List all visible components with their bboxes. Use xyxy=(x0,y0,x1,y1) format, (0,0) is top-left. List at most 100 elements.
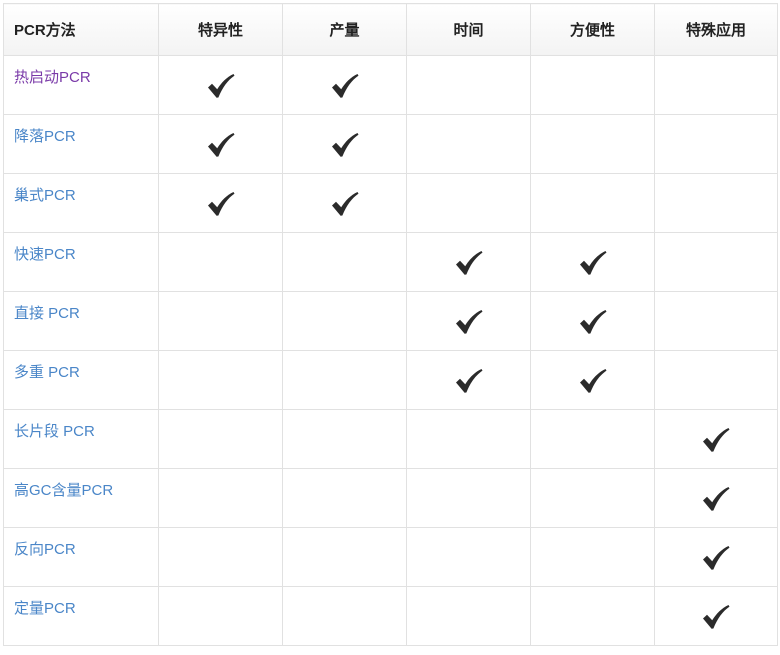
mark-cell-specificity xyxy=(158,350,283,410)
mark-cell-convenience xyxy=(530,350,655,410)
mark-cell-specificity xyxy=(158,409,283,469)
header-convenience: 方便性 xyxy=(530,3,655,56)
method-link[interactable]: 降落PCR xyxy=(14,128,76,145)
mark-cell-convenience xyxy=(530,291,655,351)
mark-cell-special-application xyxy=(654,527,778,587)
table-row: 反向PCR xyxy=(3,527,778,587)
method-link[interactable]: 直接 PCR xyxy=(14,305,80,322)
mark-cell-time xyxy=(406,586,531,646)
method-link[interactable]: 多重 PCR xyxy=(14,364,80,381)
mark-cell-yield xyxy=(282,350,407,410)
mark-cell-yield xyxy=(282,173,407,233)
mark-cell-time xyxy=(406,350,531,410)
mark-cell-convenience xyxy=(530,468,655,528)
mark-cell-convenience xyxy=(530,173,655,233)
table-row: 直接 PCR xyxy=(3,291,778,351)
mark-cell-yield xyxy=(282,232,407,292)
check-mark-icon xyxy=(578,368,608,394)
mark-cell-specificity xyxy=(158,527,283,587)
mark-cell-convenience xyxy=(530,114,655,174)
method-name-cell: 定量PCR xyxy=(3,586,159,646)
method-link[interactable]: 巢式PCR xyxy=(14,187,76,204)
mark-cell-time xyxy=(406,468,531,528)
mark-cell-convenience xyxy=(530,55,655,115)
table-row: 长片段 PCR xyxy=(3,409,778,469)
header-row: PCR方法 特异性 产量 时间 方便性 特殊应用 xyxy=(3,3,778,56)
check-mark-icon xyxy=(330,191,360,217)
table-row: 多重 PCR xyxy=(3,350,778,410)
mark-cell-specificity xyxy=(158,55,283,115)
header-specificity: 特异性 xyxy=(158,3,283,56)
check-mark-icon xyxy=(701,545,731,571)
check-mark-icon xyxy=(206,132,236,158)
check-mark-icon xyxy=(454,309,484,335)
table-row: 巢式PCR xyxy=(3,173,778,233)
mark-cell-yield xyxy=(282,586,407,646)
method-name-cell: 反向PCR xyxy=(3,527,159,587)
table-row: 高GC含量PCR xyxy=(3,468,778,528)
table-row: 快速PCR xyxy=(3,232,778,292)
header-special-application: 特殊应用 xyxy=(654,3,778,56)
mark-cell-special-application xyxy=(654,232,778,292)
mark-cell-specificity xyxy=(158,173,283,233)
check-mark-icon xyxy=(206,73,236,99)
check-mark-icon xyxy=(701,604,731,630)
pcr-methods-table: PCR方法 特异性 产量 时间 方便性 特殊应用 热启动PCR 降落PCR 巢式PC… xyxy=(3,3,778,646)
mark-cell-specificity xyxy=(158,114,283,174)
mark-cell-time xyxy=(406,291,531,351)
mark-cell-specificity xyxy=(158,232,283,292)
mark-cell-time xyxy=(406,527,531,587)
header-method: PCR方法 xyxy=(3,3,159,56)
mark-cell-special-application xyxy=(654,350,778,410)
method-name-cell: 多重 PCR xyxy=(3,350,159,410)
method-link[interactable]: 热启动PCR xyxy=(14,69,91,86)
method-name-cell: 快速PCR xyxy=(3,232,159,292)
check-mark-icon xyxy=(330,73,360,99)
mark-cell-convenience xyxy=(530,409,655,469)
comparison-table-container: PCR方法 特异性 产量 时间 方便性 特殊应用 热启动PCR 降落PCR 巢式PC… xyxy=(3,3,778,646)
method-name-cell: 巢式PCR xyxy=(3,173,159,233)
mark-cell-specificity xyxy=(158,468,283,528)
method-name-cell: 长片段 PCR xyxy=(3,409,159,469)
method-name-cell: 降落PCR xyxy=(3,114,159,174)
mark-cell-convenience xyxy=(530,527,655,587)
mark-cell-yield xyxy=(282,409,407,469)
mark-cell-time xyxy=(406,409,531,469)
mark-cell-time xyxy=(406,55,531,115)
mark-cell-special-application xyxy=(654,173,778,233)
mark-cell-special-application xyxy=(654,55,778,115)
table-body: 热启动PCR 降落PCR 巢式PCR 快速PCR 直接 PCR 多重 PCR 长片段 PCR… xyxy=(3,55,778,646)
mark-cell-special-application xyxy=(654,409,778,469)
method-link[interactable]: 快速PCR xyxy=(14,246,76,263)
check-mark-icon xyxy=(578,309,608,335)
mark-cell-yield xyxy=(282,291,407,351)
check-mark-icon xyxy=(206,191,236,217)
method-link[interactable]: 长片段 PCR xyxy=(14,423,95,440)
table-row: 降落PCR xyxy=(3,114,778,174)
table-row: 热启动PCR xyxy=(3,55,778,115)
mark-cell-specificity xyxy=(158,291,283,351)
mark-cell-time xyxy=(406,173,531,233)
header-time: 时间 xyxy=(406,3,531,56)
method-link[interactable]: 反向PCR xyxy=(14,541,76,558)
mark-cell-special-application xyxy=(654,468,778,528)
mark-cell-time xyxy=(406,232,531,292)
method-link[interactable]: 高GC含量PCR xyxy=(14,482,113,499)
mark-cell-specificity xyxy=(158,586,283,646)
check-mark-icon xyxy=(578,250,608,276)
check-mark-icon xyxy=(454,250,484,276)
method-link[interactable]: 定量PCR xyxy=(14,600,76,617)
mark-cell-special-application xyxy=(654,291,778,351)
mark-cell-special-application xyxy=(654,114,778,174)
method-name-cell: 直接 PCR xyxy=(3,291,159,351)
mark-cell-yield xyxy=(282,468,407,528)
check-mark-icon xyxy=(454,368,484,394)
check-mark-icon xyxy=(330,132,360,158)
mark-cell-convenience xyxy=(530,232,655,292)
mark-cell-yield xyxy=(282,527,407,587)
check-mark-icon xyxy=(701,427,731,453)
header-yield: 产量 xyxy=(282,3,407,56)
mark-cell-yield xyxy=(282,114,407,174)
table-row: 定量PCR xyxy=(3,586,778,646)
mark-cell-yield xyxy=(282,55,407,115)
